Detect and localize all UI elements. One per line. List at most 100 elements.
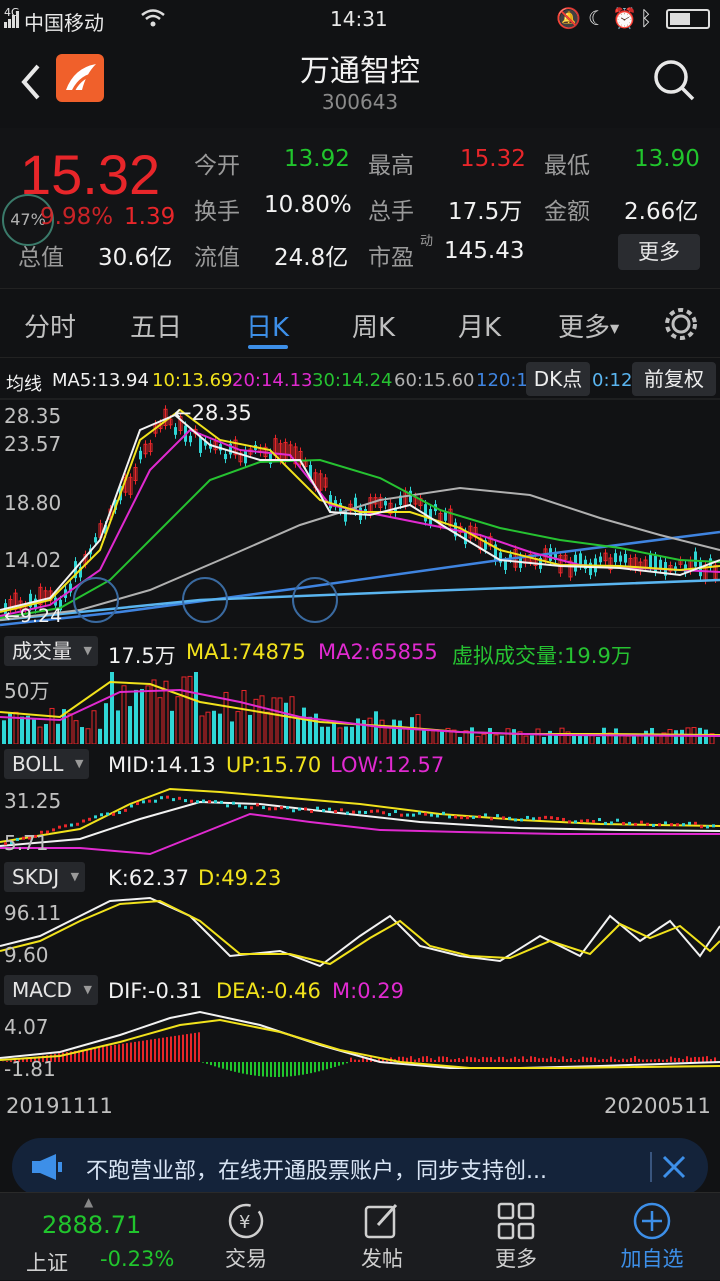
macd-bar (202, 1062, 204, 1063)
tab-more[interactable]: 更多▼ (558, 307, 619, 344)
boll-candle (136, 802, 139, 805)
moon-icon: ☾ (588, 6, 606, 30)
macd-bar (278, 1062, 280, 1077)
boll-candle (472, 816, 475, 819)
volume-bar (236, 712, 240, 744)
clock: 14:31 (330, 7, 388, 31)
promo-banner[interactable]: 不跑营业部，在线开通股票账户，同步支持创... (12, 1138, 708, 1196)
boll-candle (562, 818, 565, 821)
macd-bar (706, 1056, 708, 1062)
boll-candle (82, 819, 85, 822)
boll-candle (382, 811, 385, 814)
nav-trade[interactable]: ¥ 交易 (196, 1199, 296, 1273)
macd-bar (618, 1060, 620, 1062)
dk-point-button[interactable]: DK点 (526, 362, 590, 396)
more-button[interactable]: 更多 (618, 234, 700, 270)
expand-icon[interactable] (293, 578, 337, 622)
boll-candle (262, 806, 265, 809)
boll-candle (424, 813, 427, 816)
search-icon[interactable] (652, 58, 696, 102)
volume-bar (542, 737, 546, 744)
high-value: 15.32 (460, 146, 526, 172)
volume-bar (206, 712, 210, 744)
tab-more-label: 更多 (558, 313, 610, 343)
pe-value: 145.43 (444, 238, 524, 264)
settings-gear-icon[interactable] (662, 305, 700, 343)
boll-indicator-button[interactable]: BOLL (4, 749, 89, 779)
candle (504, 561, 507, 570)
volume-chart[interactable]: 50万 (0, 672, 720, 744)
carrier-name: 中国移动 (24, 7, 104, 36)
macd-bar (322, 1062, 324, 1070)
volume-bar (410, 717, 414, 744)
macd-bar (538, 1058, 540, 1062)
candle (384, 501, 387, 505)
boll-candle (376, 810, 379, 813)
boll-candle (664, 821, 667, 824)
volume-bar (26, 716, 30, 744)
boll-candle (502, 816, 505, 819)
nav-add-label: 加自选 (602, 1243, 702, 1273)
boll-candle (706, 825, 709, 828)
volume-bar (626, 736, 630, 744)
volume-bar (92, 711, 96, 744)
volume-indicator-button[interactable]: 成交量 (4, 636, 98, 666)
tab-daily-k[interactable]: 日K (246, 307, 289, 344)
volume-bar (476, 736, 480, 744)
boll-candle (520, 818, 523, 821)
volume-bar (128, 706, 132, 744)
macd-bar (426, 1056, 428, 1062)
volume-bar (152, 680, 156, 744)
boll-candle (466, 816, 469, 819)
nav-post[interactable]: 发帖 (332, 1199, 432, 1273)
macd-bar (678, 1058, 680, 1062)
macd-bar (270, 1062, 272, 1077)
macd-bar (342, 1062, 344, 1065)
volume-bar (290, 697, 294, 744)
candle (614, 553, 617, 562)
boll-candle (328, 808, 331, 811)
candle (694, 552, 697, 567)
tab-intraday[interactable]: 分时 (24, 307, 76, 344)
boll-candle (166, 796, 169, 799)
close-icon[interactable] (662, 1155, 686, 1179)
macd-bar (334, 1062, 336, 1067)
signal-icon (4, 10, 20, 28)
tab-five-day[interactable]: 五日 (130, 307, 182, 344)
nav-add-watchlist[interactable]: 加自选 (602, 1199, 702, 1273)
tab-weekly-k[interactable]: 周K (352, 307, 395, 344)
macd-chart[interactable]: 4.07 -1.81 (0, 1010, 720, 1082)
volume-bar (506, 729, 510, 744)
boll-candle (496, 814, 499, 817)
nav-more[interactable]: 更多 (466, 1199, 566, 1273)
volume-value: 17.5万 (448, 192, 522, 226)
macd-bar (674, 1058, 676, 1062)
boll-candle (628, 822, 631, 825)
candle (174, 427, 177, 435)
volume-bar (398, 721, 402, 744)
skdj-chart[interactable]: 96.11 9.60 (0, 896, 720, 968)
macd-bar (662, 1060, 664, 1062)
kline-chart[interactable]: 28.35 23.57 18.80 14.02 ←28.35 ←9.24 (0, 398, 720, 628)
high-label: 最高 (368, 146, 414, 180)
volume-bar (368, 718, 372, 744)
adjustment-button[interactable]: 前复权 (632, 362, 716, 396)
boll-chart[interactable]: 31.25 5.71 (0, 784, 720, 856)
ma10-value: 10:13.69 (152, 370, 233, 391)
macd-bar (298, 1062, 300, 1075)
skdj-indicator-button[interactable]: SKDJ (4, 862, 85, 892)
volume-bar (494, 735, 498, 744)
macd-bar (466, 1056, 468, 1062)
tab-monthly-k[interactable]: 月K (458, 307, 501, 344)
macd-bar (626, 1059, 628, 1062)
macd-bar (630, 1058, 632, 1062)
index-ticker[interactable]: ▲ 2888.71 上证 -0.23% (0, 1193, 180, 1281)
boll-candle (232, 802, 235, 805)
volume-bar (428, 731, 432, 744)
volume-bar (170, 711, 174, 744)
candle (619, 556, 622, 562)
macd-indicator-button[interactable]: MACD (4, 975, 98, 1005)
boll-candle (88, 818, 91, 821)
macd-bar (526, 1059, 528, 1062)
macd-bar (582, 1057, 584, 1062)
